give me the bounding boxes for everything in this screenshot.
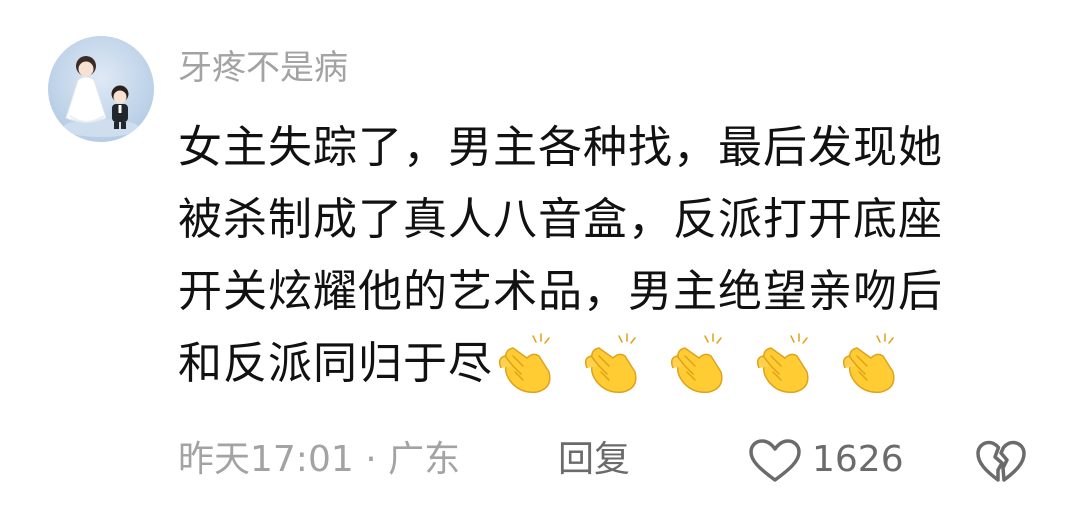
dislike-button[interactable] (976, 440, 1026, 501)
emoji-row (493, 326, 908, 398)
comment-line: 女主失踪了，男主各种找，最后发现她 (178, 122, 943, 173)
comment-meta: 昨天17:01 · 广东 回复 1626 (178, 432, 1058, 488)
clapping-hands-icon (498, 333, 551, 394)
timestamp-location: 昨天17:01 · 广东 (178, 439, 461, 480)
clapping-hands-icon (842, 333, 895, 394)
comment-line: 开关炫耀他的艺术品，男主绝望亲吻后 (178, 266, 943, 317)
clapping-hands-icon (756, 333, 809, 394)
comment-line-last: 和反派同归于尽 (178, 328, 1048, 400)
username[interactable]: 牙疼不是病 (178, 42, 348, 94)
clapping-hands-icon (584, 333, 637, 394)
clapping-hands-icon (670, 333, 723, 394)
comment-content: 女主失踪了，男主各种找，最后发现她 被杀制成了真人八音盒，反派打开底座 开关炫耀… (178, 112, 1048, 400)
broken-heart-icon (976, 440, 1026, 482)
like-count: 1626 (812, 439, 904, 480)
heart-outline-icon (749, 439, 801, 482)
avatar[interactable] (48, 36, 154, 142)
reply-button[interactable]: 回复 (558, 432, 630, 488)
comment-line-text: 和反派同归于尽 (178, 338, 493, 389)
comment-line: 被杀制成了真人八音盒，反派打开底座 (178, 194, 943, 245)
comment-item: 牙疼不是病 女主失踪了，男主各种找，最后发现她 被杀制成了真人八音盒，反派打开底… (0, 0, 1080, 513)
